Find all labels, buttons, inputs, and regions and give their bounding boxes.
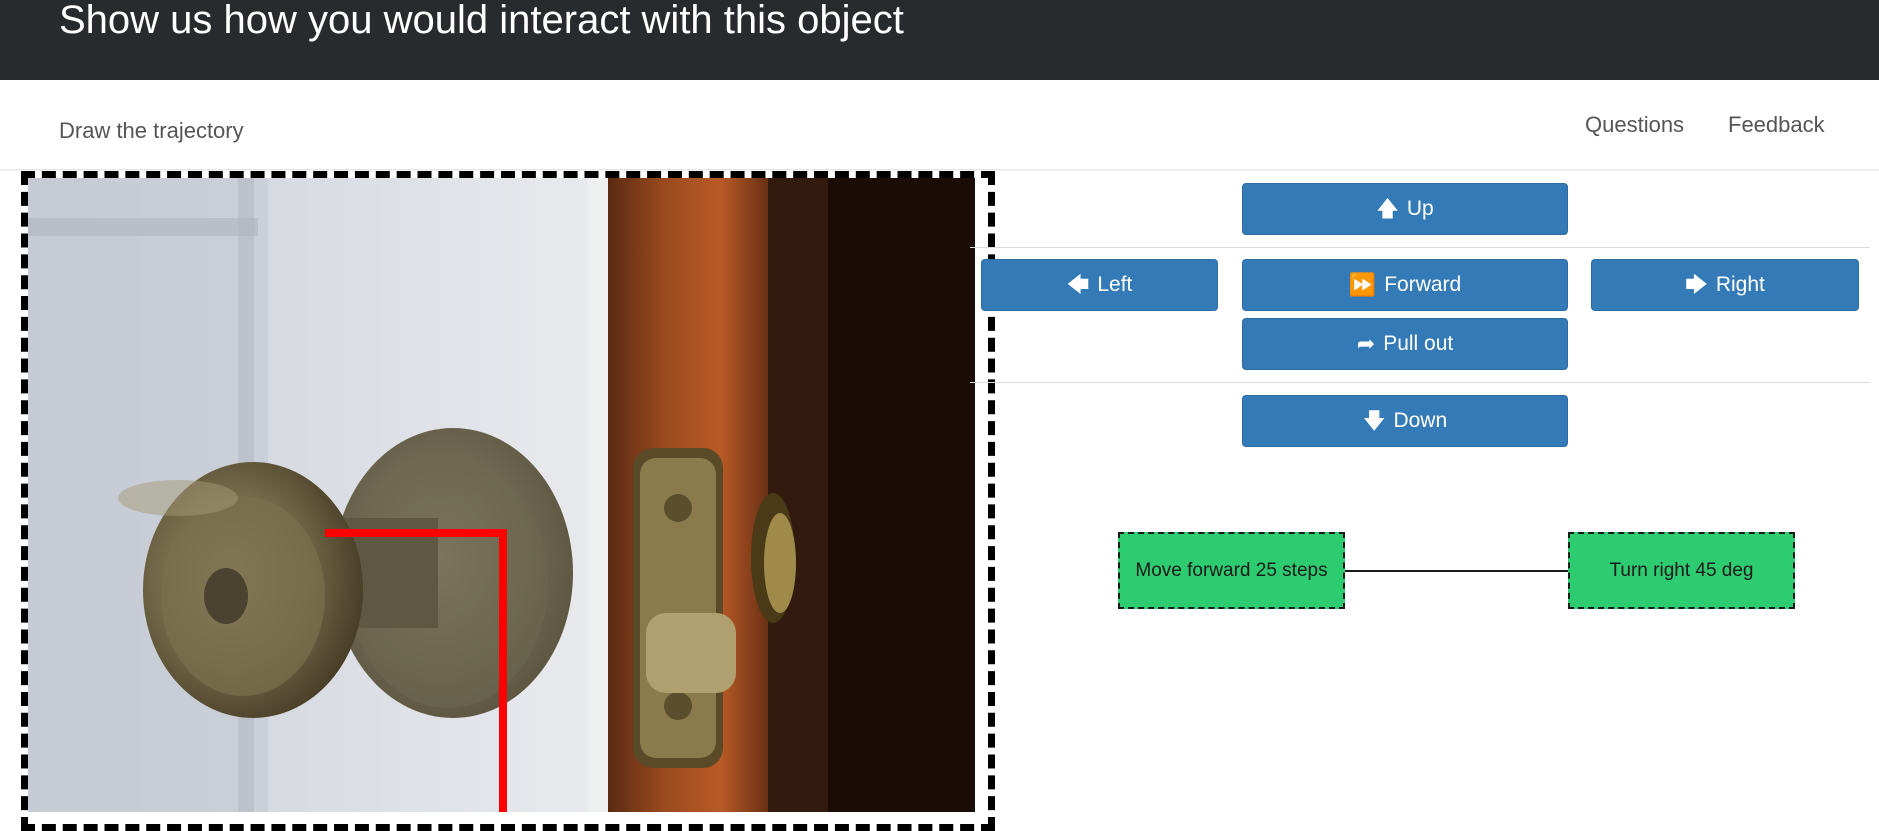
down-button-label: Down [1393, 409, 1448, 432]
arrow-down-icon: 🡇 [1362, 408, 1386, 433]
pull-out-button-label: Pull out [1383, 332, 1454, 355]
sequence-step[interactable]: Move forward 25 steps [1118, 532, 1345, 609]
sequence-connector [1345, 570, 1568, 572]
navbar-subtitle: Draw the trajectory [59, 118, 244, 143]
header-bar: Show us how you would interact with this… [0, 0, 1879, 80]
pull-out-button[interactable]: ➦ Pull out [1242, 318, 1568, 370]
right-button-label: Right [1715, 273, 1765, 296]
right-button[interactable]: 🡆 Right [1591, 259, 1859, 311]
left-button-label: Left [1097, 273, 1133, 296]
nav-link-questions[interactable]: Questions [1585, 112, 1684, 138]
nav-link-feedback[interactable]: Feedback [1728, 112, 1825, 138]
page-title: Show us how you would interact with this… [59, 0, 904, 42]
door-knob-photo [28, 178, 975, 812]
divider-bottom [970, 382, 1870, 383]
arrow-left-icon: 🡄 [1066, 272, 1090, 297]
up-button-label: Up [1406, 197, 1434, 220]
share-arrow-icon: ➦ [1356, 331, 1376, 356]
drawing-canvas[interactable] [28, 178, 975, 812]
navbar: Draw the trajectory Questions Feedback [0, 80, 1879, 170]
forward-button[interactable]: ⏩ Forward [1242, 259, 1568, 311]
divider-top [970, 247, 1870, 248]
forward-button-label: Forward [1384, 273, 1462, 296]
arrow-up-icon: 🡅 [1376, 196, 1399, 221]
arrow-right-icon: 🡆 [1685, 272, 1708, 297]
down-button[interactable]: 🡇 Down [1242, 395, 1568, 447]
left-button[interactable]: 🡄 Left [981, 259, 1218, 311]
fast-forward-icon: ⏩ [1348, 272, 1377, 297]
up-button[interactable]: 🡅 Up [1242, 183, 1568, 235]
sequence-step[interactable]: Turn right 45 deg [1568, 532, 1795, 609]
